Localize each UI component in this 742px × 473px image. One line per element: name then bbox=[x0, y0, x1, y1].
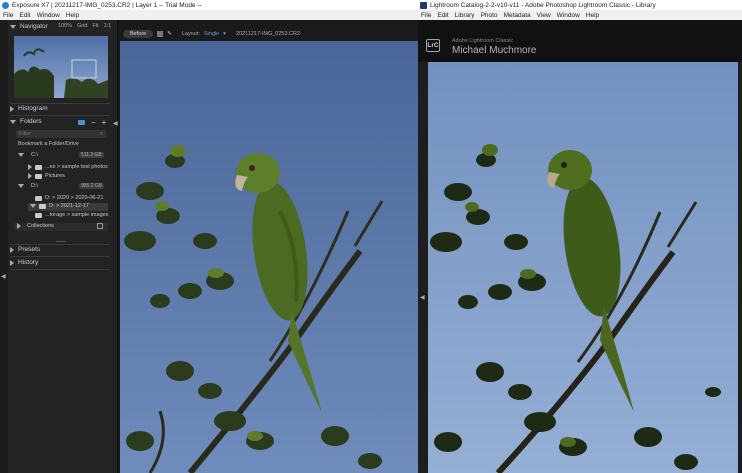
drive-c-label: C:\ bbox=[31, 152, 39, 158]
collapse-icon bbox=[18, 184, 24, 188]
menu-help[interactable]: Help bbox=[66, 12, 79, 19]
menu-edit[interactable]: Edit bbox=[19, 12, 30, 19]
lightroom-right-panel-collapsed[interactable] bbox=[738, 62, 742, 473]
lightroom-main-image[interactable] bbox=[428, 62, 738, 473]
exposure-menubar: File Edit Window Help bbox=[0, 10, 418, 20]
lrc-logo: LrC bbox=[426, 39, 440, 52]
parrot-photo-lightroom bbox=[428, 62, 738, 473]
collapse-icon bbox=[10, 24, 16, 29]
lightroom-brand: Adobe Lightroom Classic bbox=[452, 38, 514, 44]
folder-item[interactable]: D: > 2020 > 2020-06-21 bbox=[35, 195, 103, 201]
sidebar-edge-strip bbox=[0, 20, 8, 473]
layout-label: Layout: bbox=[181, 31, 200, 37]
lr-menu-view[interactable]: View bbox=[537, 12, 551, 19]
navigator-header[interactable]: Navigator bbox=[10, 22, 48, 31]
right-arrow-icon[interactable]: ◀ bbox=[113, 120, 118, 127]
drive-c-size: 511.3 GB bbox=[79, 152, 104, 158]
expand-icon bbox=[10, 259, 14, 266]
lightroom-left-panel-collapsed[interactable]: ◀ bbox=[418, 62, 428, 473]
folder-icon bbox=[35, 164, 42, 170]
collections-row[interactable]: Collections bbox=[17, 223, 54, 229]
folder-icon bbox=[39, 203, 46, 209]
search-icon: ⌕ bbox=[99, 131, 103, 137]
zoom-fit-button[interactable]: Fit bbox=[92, 23, 98, 29]
lightroom-menubar: File Edit Library Photo Metadata View Wi… bbox=[418, 10, 742, 20]
lr-menu-library[interactable]: Library bbox=[455, 12, 475, 19]
lightroom-user-name: Michael Muchmore bbox=[452, 45, 537, 56]
folder-icon bbox=[35, 173, 42, 179]
expand-icon bbox=[28, 164, 32, 170]
expand-icon bbox=[17, 223, 21, 229]
lr-menu-edit[interactable]: Edit bbox=[437, 12, 448, 19]
remove-icon[interactable]: − bbox=[91, 118, 96, 127]
bookmark-folder-link[interactable]: Bookmark a Folder/Drive bbox=[18, 141, 79, 147]
lightroom-app-icon bbox=[420, 1, 427, 9]
expand-icon bbox=[10, 105, 14, 112]
expand-icon bbox=[28, 173, 32, 179]
folder-icon bbox=[35, 195, 42, 201]
folders-label: Folders bbox=[20, 118, 42, 125]
folder-icon bbox=[35, 212, 42, 218]
collapse-icon bbox=[18, 153, 24, 157]
histogram-header[interactable]: Histogram bbox=[10, 104, 48, 113]
folder-filter-input[interactable]: Filter ⌕ bbox=[16, 130, 106, 138]
left-arrow-icon[interactable]: ◀ bbox=[1, 273, 6, 280]
exposure-main-image[interactable] bbox=[120, 41, 418, 473]
divider bbox=[10, 115, 110, 116]
lightroom-titlebar: Lightroom Catalog-2-2-v10-v11 - Adobe Ph… bbox=[418, 0, 742, 10]
layout-select[interactable]: Single bbox=[204, 31, 219, 37]
folder-item[interactable]: Pictures bbox=[28, 173, 65, 179]
drive-d-row[interactable]: D:\ bbox=[18, 183, 38, 189]
before-button[interactable]: Before bbox=[123, 30, 154, 38]
history-header[interactable]: History bbox=[10, 258, 38, 267]
lr-menu-help[interactable]: Help bbox=[586, 12, 599, 19]
zoom-grid-button[interactable]: Grid bbox=[77, 23, 87, 29]
lr-menu-photo[interactable]: Photo bbox=[481, 12, 498, 19]
histogram-label: Histogram bbox=[18, 105, 48, 112]
navigator-image bbox=[14, 36, 108, 98]
menu-window[interactable]: Window bbox=[37, 12, 60, 19]
expand-icon bbox=[10, 246, 14, 253]
divider bbox=[10, 256, 110, 257]
folders-actions: − + bbox=[78, 118, 106, 127]
drive-d-label: D:\ bbox=[31, 183, 39, 189]
navigator-zoom-controls: 100% Grid Fit 1:1 bbox=[58, 23, 111, 29]
drive-d-size: 985.2 GB bbox=[79, 183, 105, 189]
lr-menu-metadata[interactable]: Metadata bbox=[504, 12, 531, 19]
collections-add-icon[interactable] bbox=[97, 223, 103, 229]
add-icon[interactable]: + bbox=[102, 118, 107, 127]
compare-icon[interactable] bbox=[157, 31, 164, 37]
left-arrow-icon[interactable]: ◀ bbox=[420, 294, 425, 301]
brush-icon[interactable]: ✎ bbox=[167, 31, 172, 37]
collapse-icon bbox=[10, 119, 16, 124]
folder-item[interactable]: ...torage > sample images bbox=[35, 212, 108, 218]
chevron-down-icon[interactable]: ▾ bbox=[223, 31, 226, 37]
lightroom-window-title: Lightroom Catalog-2-2-v10-v11 - Adobe Ph… bbox=[430, 1, 656, 9]
zoom-1to1-button[interactable]: 1:1 bbox=[104, 23, 112, 29]
image-filename: 20211217-IMG_0253.CR2 bbox=[235, 31, 301, 37]
resize-handle[interactable] bbox=[56, 241, 66, 242]
zoom-100-button[interactable]: 100% bbox=[58, 23, 72, 29]
lr-menu-file[interactable]: File bbox=[421, 12, 431, 19]
parrot-photo bbox=[120, 41, 418, 473]
exposure-toolbar: Before ✎ Layout: Single ▾ 20211217-IMG_0… bbox=[119, 28, 418, 40]
folder-item-selected[interactable]: D: > 2021-12-17 bbox=[30, 203, 89, 209]
folders-header[interactable]: Folders bbox=[10, 117, 42, 126]
collapse-icon bbox=[30, 204, 36, 208]
exposure-window-title: Exposure X7 | 20211217-IMG_0253.CR2 | La… bbox=[12, 1, 202, 9]
folder-image-icon[interactable] bbox=[78, 120, 85, 125]
lr-menu-window[interactable]: Window bbox=[557, 12, 580, 19]
presets-header[interactable]: Presets bbox=[10, 245, 40, 254]
navigator-label: Navigator bbox=[20, 23, 48, 30]
lightroom-identity-plate: LrC Adobe Lightroom Classic Michael Much… bbox=[418, 20, 742, 62]
menu-file[interactable]: File bbox=[3, 12, 13, 19]
folder-item[interactable]: ...es > sample test photos bbox=[28, 164, 108, 170]
drive-c-row[interactable]: C:\ bbox=[18, 152, 38, 158]
divider bbox=[10, 269, 110, 270]
exposure-titlebar: Exposure X7 | 20211217-IMG_0253.CR2 | La… bbox=[0, 0, 418, 10]
navigator-thumbnail[interactable] bbox=[14, 36, 108, 98]
exposure-app-icon bbox=[2, 1, 9, 9]
